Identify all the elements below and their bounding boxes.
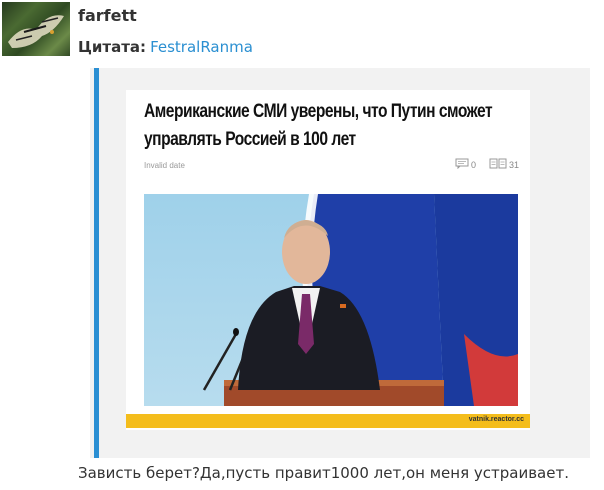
comments-count: 0 xyxy=(471,159,477,170)
quote-author-link[interactable]: FestralRanma xyxy=(150,38,253,56)
views-icon xyxy=(489,158,507,171)
article-headline: Американские СМИ уверены, что Путин смож… xyxy=(144,98,513,154)
article-photo xyxy=(144,194,518,406)
views-stat: 31 xyxy=(489,158,519,171)
username[interactable]: farfett xyxy=(78,6,137,25)
comments-stat: 0 xyxy=(455,158,476,171)
quote-bar xyxy=(94,68,99,458)
avatar[interactable] xyxy=(2,2,70,56)
views-count: 31 xyxy=(509,159,520,170)
comment-bubble-icon xyxy=(455,158,469,171)
article-source: vatnik.reactor.cc xyxy=(468,416,524,423)
comment-text: Зависть берет?Да,пусть правит1000 лет,он… xyxy=(78,464,569,482)
article-date: Invalid date xyxy=(144,161,185,170)
article-footer-strip: vatnik.reactor.cc xyxy=(126,414,530,428)
quote-label: Цитата: xyxy=(78,38,147,56)
quote-attribution: Цитата: FestralRanma xyxy=(78,38,253,56)
article-headline-line1: Американские СМИ уверены, что Путин смож… xyxy=(144,101,493,122)
article-headline-line2: управлять Россией в 100 лет xyxy=(144,129,356,150)
